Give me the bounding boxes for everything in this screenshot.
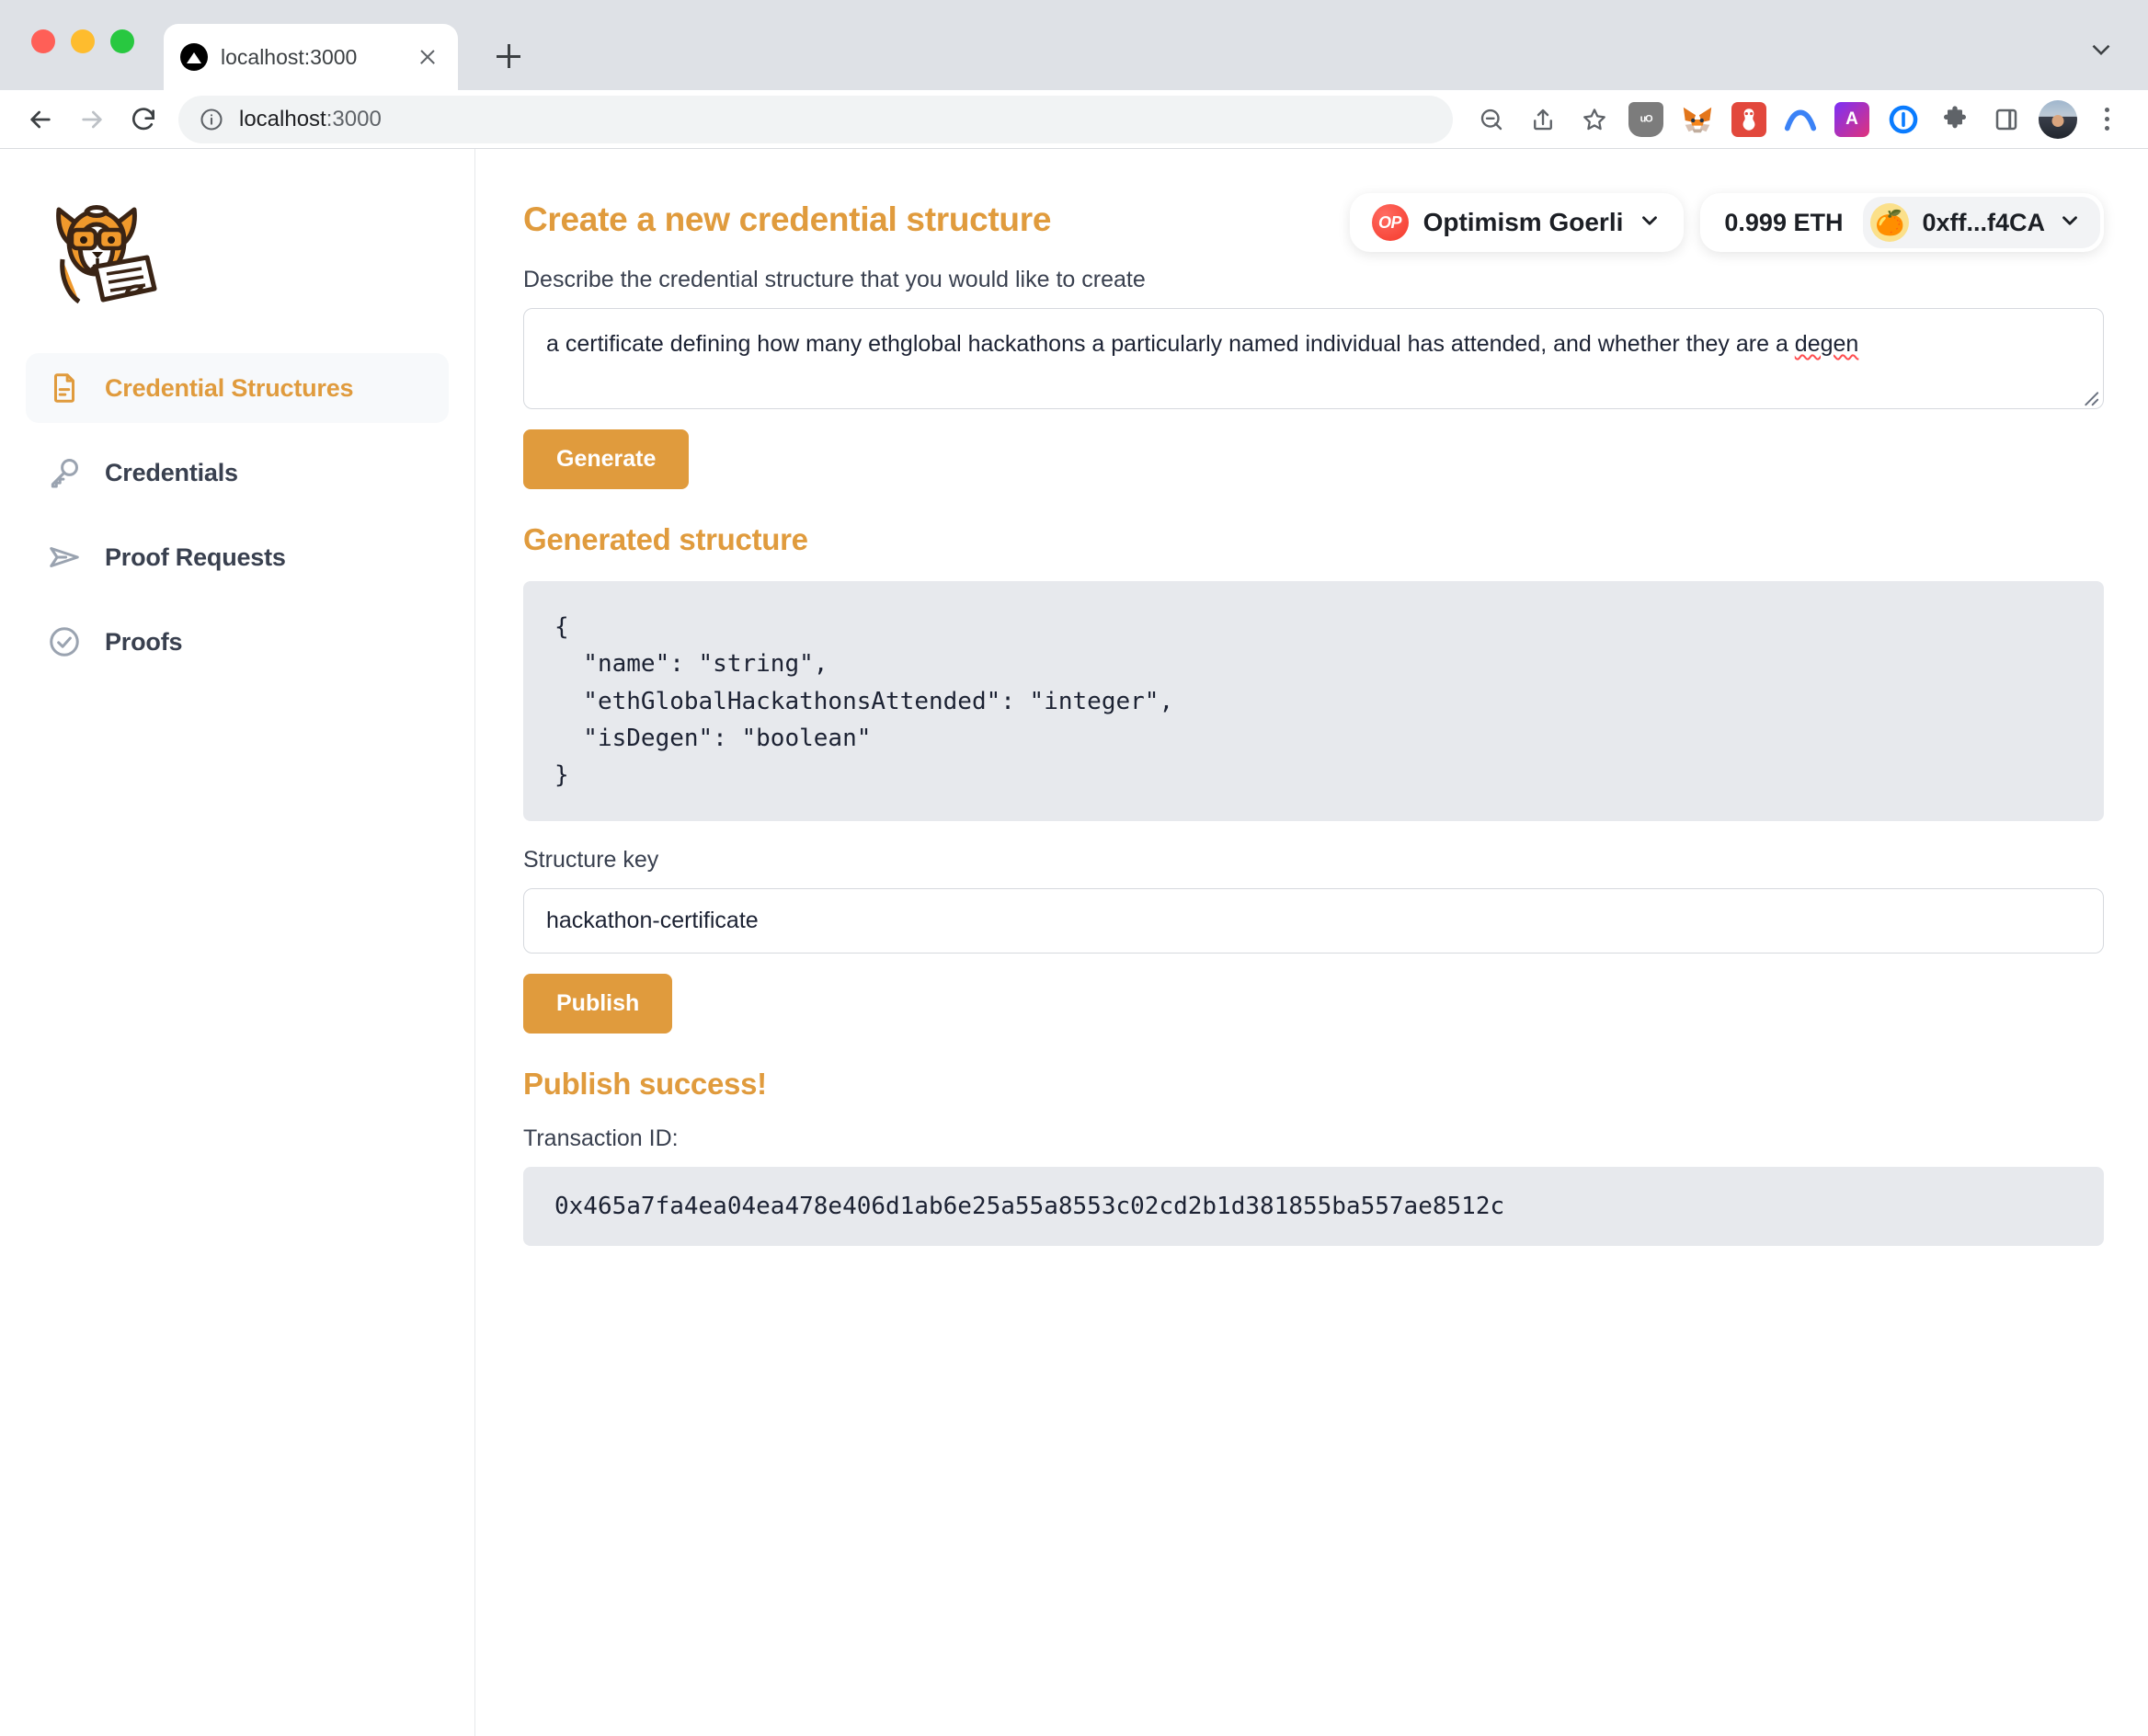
description-text: a certificate defining how many ethgloba… xyxy=(546,331,1795,357)
wallet-address: 0xff...f4CA xyxy=(1922,208,2045,236)
tab-strip: localhost:3000 xyxy=(0,0,2148,90)
url-port: :3000 xyxy=(326,106,382,131)
zoom-out-icon[interactable] xyxy=(1468,96,1515,143)
main-inner: Create a new credential structure Descri… xyxy=(475,200,2148,1247)
sidebar-item-label: Proof Requests xyxy=(105,542,286,571)
tab-title: localhost:3000 xyxy=(221,44,358,69)
chevron-down-icon xyxy=(1638,209,1662,237)
avatar xyxy=(2039,99,2077,139)
info-circle-icon xyxy=(200,108,223,131)
sidebar-item-label: Credentials xyxy=(105,458,238,486)
browser-tab[interactable]: localhost:3000 xyxy=(164,24,458,90)
close-tab-icon[interactable] xyxy=(414,43,441,71)
rabby-glyph xyxy=(1731,101,1766,137)
tab-list-chevron-down-icon[interactable] xyxy=(2085,34,2117,70)
describe-label: Describe the credential structure that y… xyxy=(523,267,1146,292)
new-tab-button[interactable] xyxy=(487,35,530,77)
a-glyph: A xyxy=(1834,101,1869,137)
corgi-reading-document-logo xyxy=(39,193,158,313)
key-icon xyxy=(46,454,83,491)
toolbar-icons: uO A xyxy=(1468,96,2128,143)
url-host: localhost xyxy=(239,106,326,131)
app-body: Credential Structures Credentials Proof … xyxy=(0,149,2148,1736)
chevron-down-icon xyxy=(2058,209,2082,237)
account-button[interactable]: 0.999 ETH 🍊 0xff...f4CA xyxy=(1700,193,2104,252)
ublock-shield-glyph: uO xyxy=(1628,101,1663,137)
wallet-address-chip[interactable]: 🍊 0xff...f4CA xyxy=(1863,197,2100,248)
sidebar-item-proofs[interactable]: Proofs xyxy=(26,607,449,677)
check-circle-icon xyxy=(46,623,83,660)
share-icon[interactable] xyxy=(1519,96,1567,143)
address-bar-url: localhost:3000 xyxy=(239,107,382,132)
window-controls xyxy=(31,29,134,53)
address-bar[interactable]: localhost:3000 xyxy=(178,95,1453,143)
description-textarea[interactable]: a certificate defining how many ethgloba… xyxy=(523,308,2104,409)
reload-icon[interactable] xyxy=(120,96,167,143)
chain-name: Optimism Goerli xyxy=(1422,208,1624,236)
generated-structure-heading: Generated structure xyxy=(523,522,808,556)
sidebar-item-credentials[interactable]: Credentials xyxy=(26,438,449,508)
back-arrow-icon[interactable] xyxy=(17,96,64,143)
arc-extension-icon[interactable] xyxy=(1777,96,1824,143)
transaction-id-label: Transaction ID: xyxy=(523,1125,679,1152)
publish-button[interactable]: Publish xyxy=(523,974,673,1034)
side-panel-icon[interactable] xyxy=(1982,96,2030,143)
onepassword-extension-icon[interactable] xyxy=(1880,96,1927,143)
vercel-triangle-icon xyxy=(180,43,208,71)
sidebar: Credential Structures Credentials Proof … xyxy=(0,149,475,1736)
metamask-extension-icon[interactable] xyxy=(1674,96,1721,143)
rabby-wallet-extension-icon[interactable] xyxy=(1725,96,1773,143)
wallet-bar: OP Optimism Goerli 0.999 ETH 🍊 0xff...f4… xyxy=(1349,193,2104,252)
sidebar-item-label: Credential Structures xyxy=(105,373,354,402)
wallet-balance: 0.999 ETH xyxy=(1724,208,1844,236)
maximize-window-button[interactable] xyxy=(110,29,134,53)
ublock-origin-extension-icon[interactable]: uO xyxy=(1622,96,1670,143)
profile-avatar[interactable] xyxy=(2034,96,2082,143)
forward-arrow-icon[interactable] xyxy=(68,96,116,143)
sidebar-nav: Credential Structures Credentials Proof … xyxy=(26,353,449,677)
extensions-puzzle-icon[interactable] xyxy=(1931,96,1979,143)
close-window-button[interactable] xyxy=(31,29,55,53)
a-extension-icon[interactable]: A xyxy=(1828,96,1876,143)
browser-window: localhost:3000 localhost:3000 uO A Crede… xyxy=(0,0,2148,1736)
textarea-resize-handle[interactable] xyxy=(2079,384,2099,406)
document-icon xyxy=(46,370,83,406)
transaction-id-value: 0x465a7fa4ea04ea478e406d1ab6e25a55a8553c… xyxy=(523,1167,2104,1247)
orange-avatar-icon: 🍊 xyxy=(1870,203,1910,242)
chain-selector-button[interactable]: OP Optimism Goerli xyxy=(1349,193,1685,252)
structure-key-label: Structure key xyxy=(523,847,659,874)
generate-button[interactable]: Generate xyxy=(523,429,690,489)
sidebar-item-label: Proofs xyxy=(105,627,183,656)
svg-text:uO: uO xyxy=(1640,113,1653,124)
structure-key-input[interactable]: hackathon-certificate xyxy=(523,888,2104,954)
paper-plane-icon xyxy=(46,539,83,576)
generated-structure-code: { "name": "string", "ethGlobalHackathons… xyxy=(523,581,2104,822)
kebab-menu-icon[interactable] xyxy=(2085,96,2128,143)
main-content: OP Optimism Goerli 0.999 ETH 🍊 0xff...f4… xyxy=(475,149,2148,1736)
optimism-badge-icon: OP xyxy=(1371,204,1409,241)
sidebar-item-proof-requests[interactable]: Proof Requests xyxy=(26,522,449,592)
publish-success-heading: Publish success! xyxy=(523,1067,767,1102)
browser-toolbar: localhost:3000 uO A xyxy=(0,90,2148,149)
star-icon[interactable] xyxy=(1571,96,1618,143)
description-misspelled-word: degen xyxy=(1794,331,1859,357)
minimize-window-button[interactable] xyxy=(71,29,95,53)
sidebar-item-credential-structures[interactable]: Credential Structures xyxy=(26,353,449,423)
